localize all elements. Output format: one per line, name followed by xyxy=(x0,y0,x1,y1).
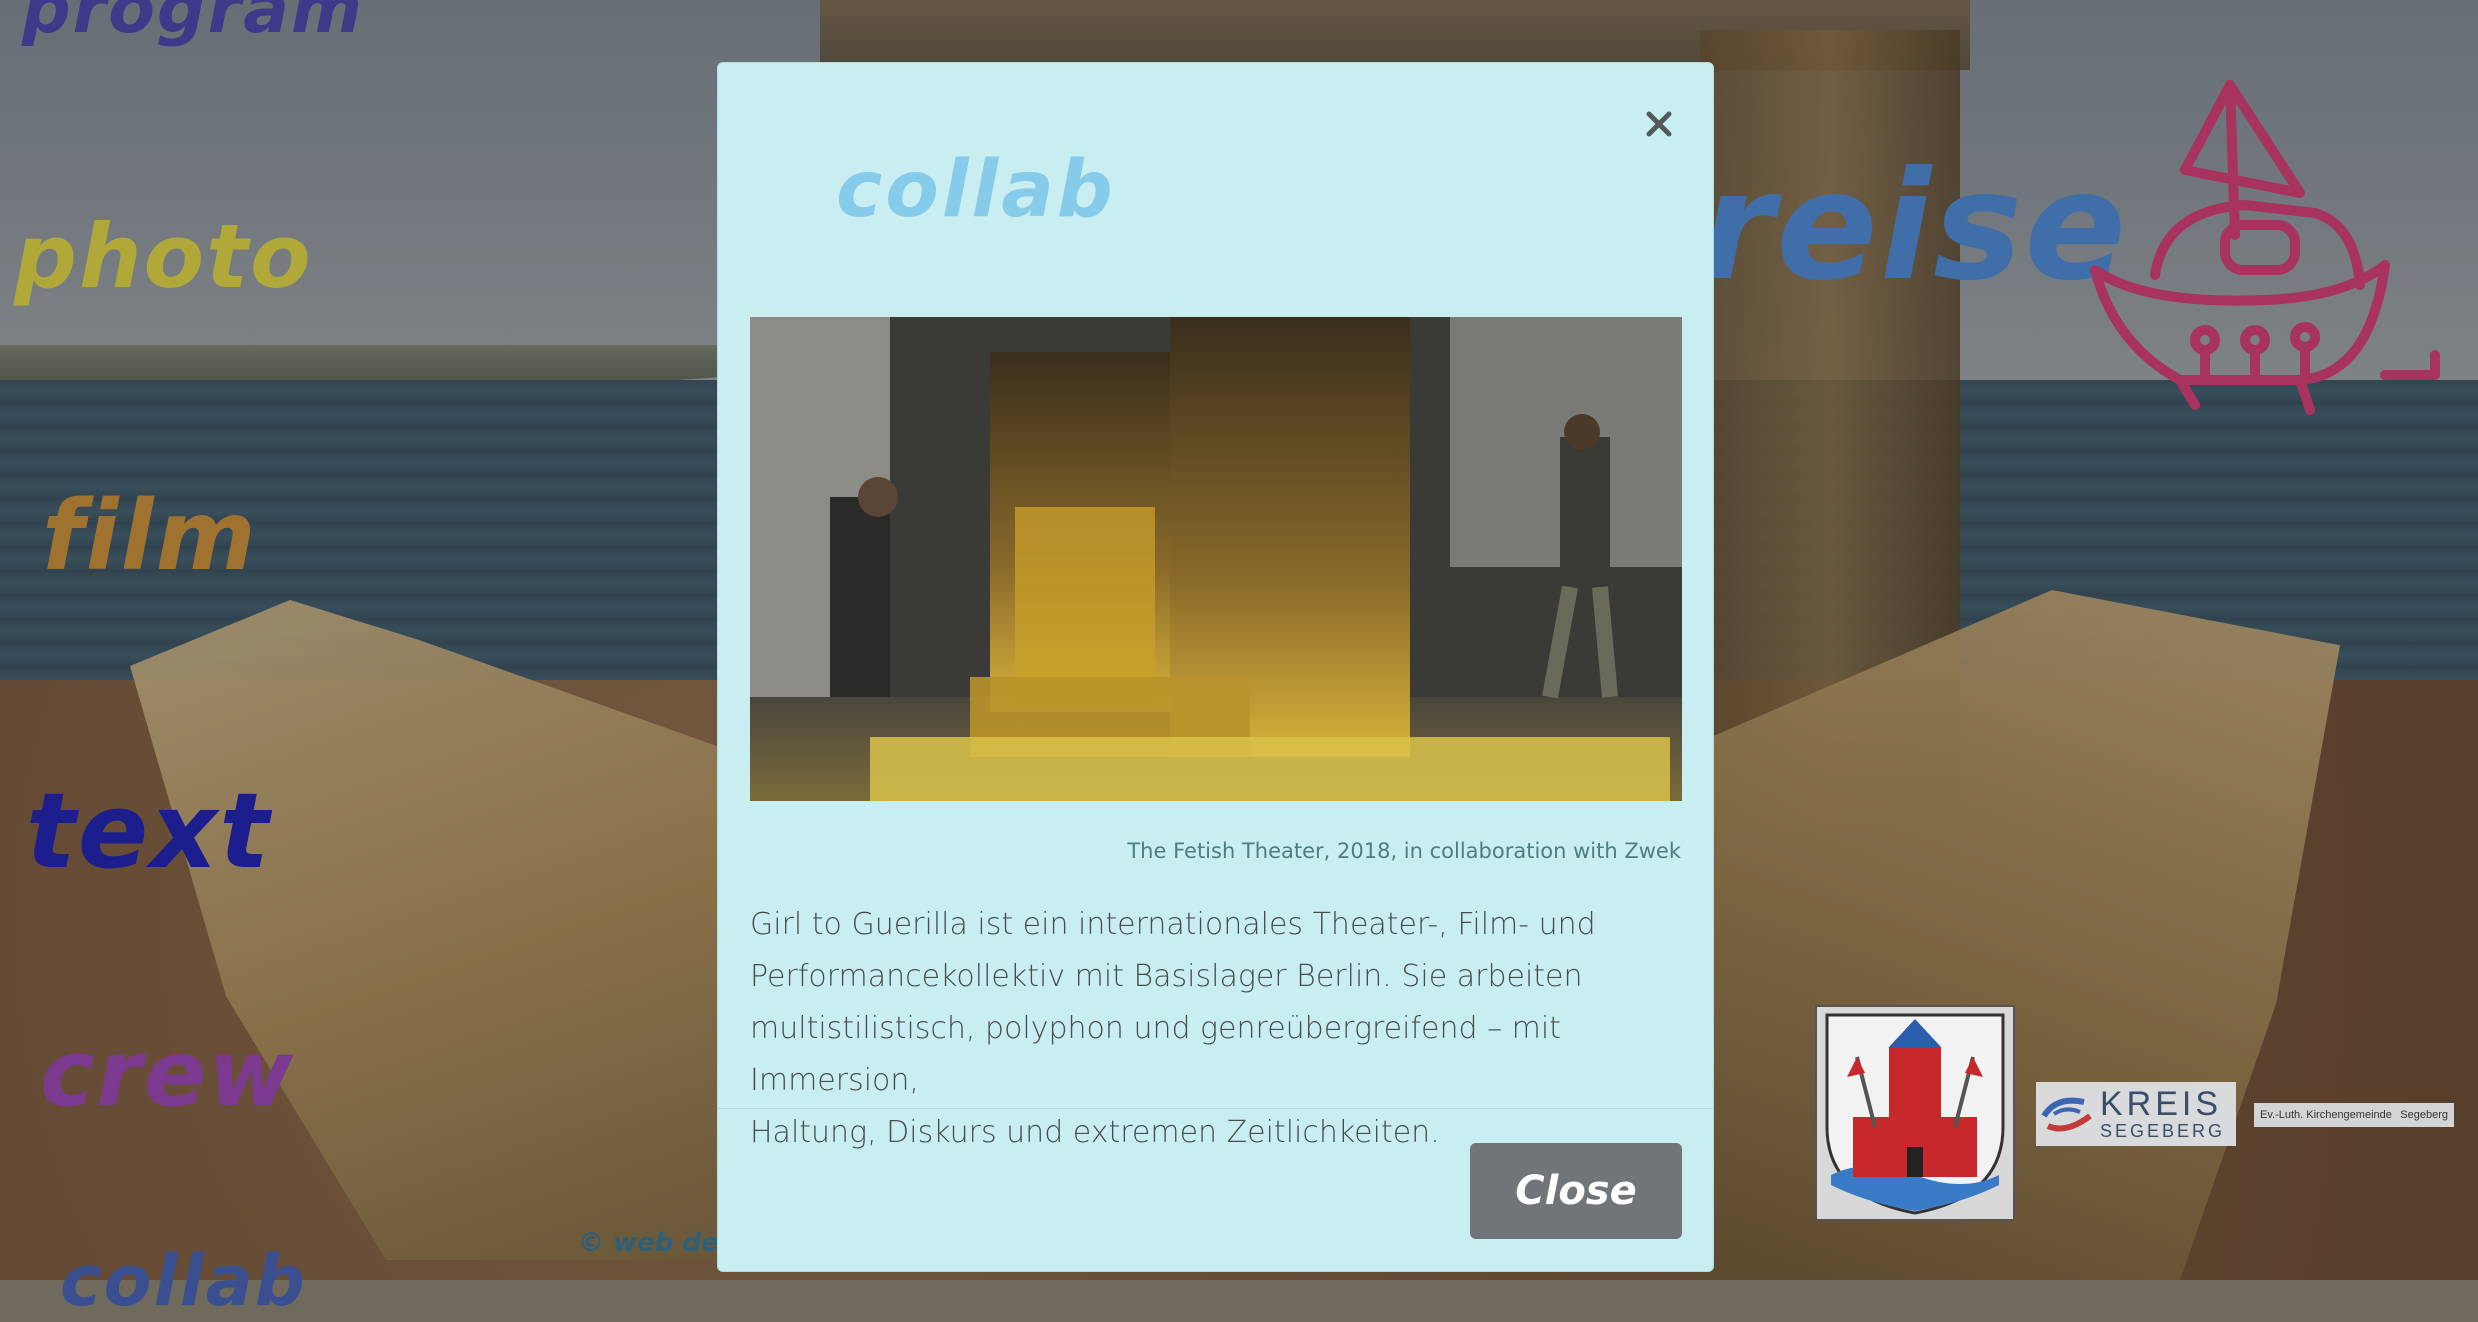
nav-link-text[interactable]: text xyxy=(26,770,271,892)
modal-title: collab xyxy=(836,145,1116,235)
nav-link-collab[interactable]: collab xyxy=(60,1240,307,1322)
church-logo[interactable]: Ev.-Luth. Kirchengemeinde Segeberg xyxy=(2254,1103,2454,1127)
kreis-logo-title: KREIS xyxy=(2100,1084,2223,1123)
kreis-segeberg-logo[interactable]: KREIS SEGEBERG xyxy=(2036,1082,2236,1146)
kreis-logo-subtitle: SEGEBERG xyxy=(2100,1120,2226,1141)
body-line: Girl to Guerilla ist ein internationales… xyxy=(750,907,1596,942)
body-line: Performancekollektiv mit Basislager Berl… xyxy=(750,959,1583,994)
photo-caption: The Fetish Theater, 2018, in collaborati… xyxy=(1127,839,1681,863)
collab-modal: collab The Fetish Theater, 2018, in coll… xyxy=(717,62,1714,1272)
modal-footer-divider xyxy=(718,1108,1713,1109)
nav-link-crew[interactable]: crew xyxy=(40,1020,295,1127)
church-logo-right-text: Segeberg xyxy=(2400,1109,2448,1121)
modal-photo xyxy=(750,317,1682,801)
nav-link-photo[interactable]: photo xyxy=(14,205,313,308)
modal-body-text: Girl to Guerilla ist ein internationales… xyxy=(750,899,1690,1159)
boat-doodle-icon[interactable] xyxy=(2085,75,2445,445)
coat-of-arms-logo[interactable] xyxy=(1815,1005,2015,1221)
nav-link-reise[interactable]: reise xyxy=(1700,140,2128,314)
kreis-segeberg-icon xyxy=(2041,1097,2092,1132)
close-icon[interactable] xyxy=(1636,101,1682,147)
close-button[interactable]: Close xyxy=(1470,1143,1682,1239)
church-logo-left-text: Ev.-Luth. Kirchengemeinde xyxy=(2260,1109,2392,1121)
nav-link-film[interactable]: film xyxy=(42,480,258,592)
nav-link-program[interactable]: program xyxy=(22,0,364,49)
footer-credit: © web des xyxy=(578,1228,735,1258)
body-line: multistilistisch, polyphon und genreüber… xyxy=(750,1011,1561,1098)
modal-header: collab xyxy=(718,63,1713,313)
